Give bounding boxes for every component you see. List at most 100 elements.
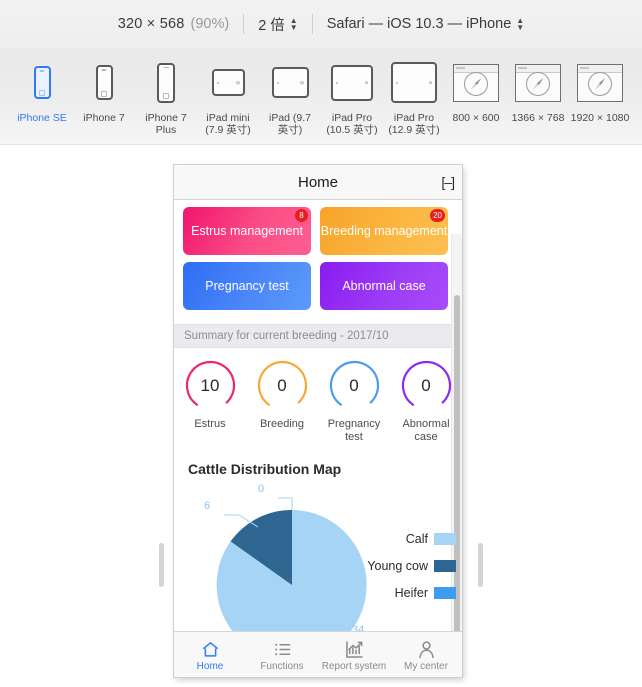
legend-item-heifer[interactable]: Heifer xyxy=(367,586,456,600)
app-tabbar: Home Functions Report system My center xyxy=(174,631,462,677)
device-preset-strip: iPhone SE iPhone 7 iPhone 7 Plus iPad mini … xyxy=(0,48,642,145)
summary-label: Breeding xyxy=(259,418,305,430)
summary-section-header: Summary for current breeding - 2017/10 xyxy=(174,324,462,348)
app-navbar: Home [–] xyxy=(174,165,462,200)
tab-functions[interactable]: Functions xyxy=(246,638,318,672)
device-preset-label: iPad Pro (12.9 英寸) xyxy=(388,112,440,136)
pixel-ratio-select[interactable]: 2 倍 ▲ ▼ xyxy=(258,14,298,35)
tab-home[interactable]: Home xyxy=(174,638,246,672)
chevron-updown-icon[interactable]: ▲ ▼ xyxy=(516,17,525,32)
browser-icon-wrap xyxy=(515,55,561,110)
summary-ring: 0 xyxy=(399,358,454,413)
tile-label: Breeding management xyxy=(320,224,448,238)
tablet-icon-wrap xyxy=(391,55,437,110)
tablet-icon xyxy=(391,62,437,103)
summary-value: 0 xyxy=(349,375,359,395)
tile-estrus-management[interactable]: Estrus management 8 xyxy=(183,207,311,255)
list-icon xyxy=(273,638,292,659)
device-preset-ipad-mini-7-9[interactable]: iPad mini (7.9 英寸) xyxy=(197,55,259,136)
tab-label: Functions xyxy=(260,660,304,672)
minimize-icon[interactable]: [–] xyxy=(441,174,455,190)
window-title-stub xyxy=(580,66,589,69)
pie-chart-svg xyxy=(216,497,367,633)
phone-icon-wrap xyxy=(95,55,113,110)
responsive-design-mode-window: 320 × 568 (90%) 2 倍 ▲ ▼ Safari — iOS 10.… xyxy=(0,0,642,687)
user-agent-value: Safari — iOS 10.3 — iPhone xyxy=(326,16,512,32)
pie-label-young-cow: 6 xyxy=(204,500,211,512)
summary-ring: 0 xyxy=(255,358,310,413)
summary-item-estrus[interactable]: 10 Estrus xyxy=(174,358,246,444)
browser-icon-wrap xyxy=(577,55,623,110)
tile-badge: 20 xyxy=(430,209,445,222)
device-preset-ipad-9-7[interactable]: iPad (9.7 英寸) xyxy=(259,55,321,136)
resize-handle-right[interactable] xyxy=(478,543,483,587)
chart-icon xyxy=(345,638,364,659)
summary-ring: 0 xyxy=(327,358,382,413)
page-title: Home xyxy=(297,173,338,191)
tile-label: Estrus management xyxy=(191,224,303,238)
resize-handle-left[interactable] xyxy=(159,543,164,587)
tab-report-system[interactable]: Report system xyxy=(318,638,390,672)
summary-ring: 10 xyxy=(183,358,238,413)
device-preset-iphone-7[interactable]: iPhone 7 xyxy=(73,55,135,124)
legend-swatch xyxy=(434,560,456,572)
tile-pregnancy-test[interactable]: Pregnancy test xyxy=(183,262,311,310)
pie-chart-area: 0 6 34 Calf Young cow Heifer xyxy=(174,477,462,633)
summary-item-pregnancy-test[interactable]: 0 Pregnancy test xyxy=(318,358,390,444)
legend-label: Calf xyxy=(405,532,428,546)
summary-label: Estrus xyxy=(194,418,226,430)
toolbar-divider-1 xyxy=(243,14,245,34)
legend-label: Young cow xyxy=(367,559,428,573)
device-preset-1920-1080[interactable]: 1920 × 1080 xyxy=(569,55,631,124)
stepper-down-glyph: ▼ xyxy=(289,23,298,32)
tile-abnormal-case[interactable]: Abnormal case xyxy=(320,262,448,310)
tile-badge: 8 xyxy=(295,209,308,222)
window-titlebar xyxy=(516,64,560,73)
device-preset-iphone-7-plus[interactable]: iPhone 7 Plus xyxy=(135,55,197,136)
tile-breeding-management[interactable]: Breeding management 20 xyxy=(320,207,448,255)
leader-line-heifer xyxy=(278,497,293,510)
phone-icon-wrap xyxy=(33,55,51,110)
tablet-icon xyxy=(211,69,245,96)
person-icon xyxy=(417,638,436,659)
device-preset-label: 800 × 600 xyxy=(452,112,500,124)
tab-my-center[interactable]: My center xyxy=(390,638,462,672)
device-preset-800-600[interactable]: 800 × 600 xyxy=(445,55,507,124)
device-preset-label: iPad Pro (10.5 英寸) xyxy=(326,112,378,136)
pie-label-heifer: 0 xyxy=(258,483,265,495)
legend-swatch xyxy=(434,533,456,545)
window-title-stub xyxy=(518,66,527,69)
legend-item-calf[interactable]: Calf xyxy=(367,532,456,546)
summary-value: 10 xyxy=(200,375,220,395)
responsive-toolbar: 320 × 568 (90%) 2 倍 ▲ ▼ Safari — iOS 10.… xyxy=(0,0,642,49)
summary-value: 0 xyxy=(277,375,287,395)
tab-label: My center xyxy=(404,660,448,672)
phone-icon xyxy=(95,65,113,100)
tab-label: Report system xyxy=(321,660,387,672)
device-preset-ipad-pro-10-5[interactable]: iPad Pro (10.5 英寸) xyxy=(321,55,383,136)
device-preset-label: iPhone 7 xyxy=(83,112,125,124)
device-preset-label: iPhone SE xyxy=(17,112,67,124)
safari-compass-icon xyxy=(588,72,612,97)
home-icon xyxy=(201,638,220,659)
browser-window-icon xyxy=(515,63,561,102)
device-preset-1366-768[interactable]: 1366 × 768 xyxy=(507,55,569,124)
legend-item-young-cow[interactable]: Young cow xyxy=(367,559,456,573)
tablet-icon-wrap xyxy=(271,55,309,110)
app-scroll-area: Estrus management 8 Breeding management 20 P… xyxy=(174,200,462,633)
tab-label: Home xyxy=(196,660,224,672)
safari-compass-icon xyxy=(464,72,488,97)
phone-icon xyxy=(33,66,51,99)
toolbar-dimensions-group[interactable]: 320 × 568 (90%) xyxy=(118,16,229,32)
device-preset-iphone-se[interactable]: iPhone SE xyxy=(11,55,73,124)
user-agent-select[interactable]: Safari — iOS 10.3 — iPhone ▲ ▼ xyxy=(327,16,525,32)
device-preset-ipad-pro-12-9[interactable]: iPad Pro (12.9 英寸) xyxy=(383,55,445,136)
summary-item-breeding[interactable]: 0 Breeding xyxy=(246,358,318,444)
chevron-updown-icon[interactable]: ▲ ▼ xyxy=(289,17,298,32)
summary-value: 0 xyxy=(421,375,431,395)
window-titlebar xyxy=(454,64,498,73)
stepper-down-glyph: ▼ xyxy=(516,23,525,32)
tablet-icon xyxy=(331,64,373,101)
device-preset-label: iPad (9.7 英寸) xyxy=(268,112,312,136)
phone-icon xyxy=(157,62,175,103)
